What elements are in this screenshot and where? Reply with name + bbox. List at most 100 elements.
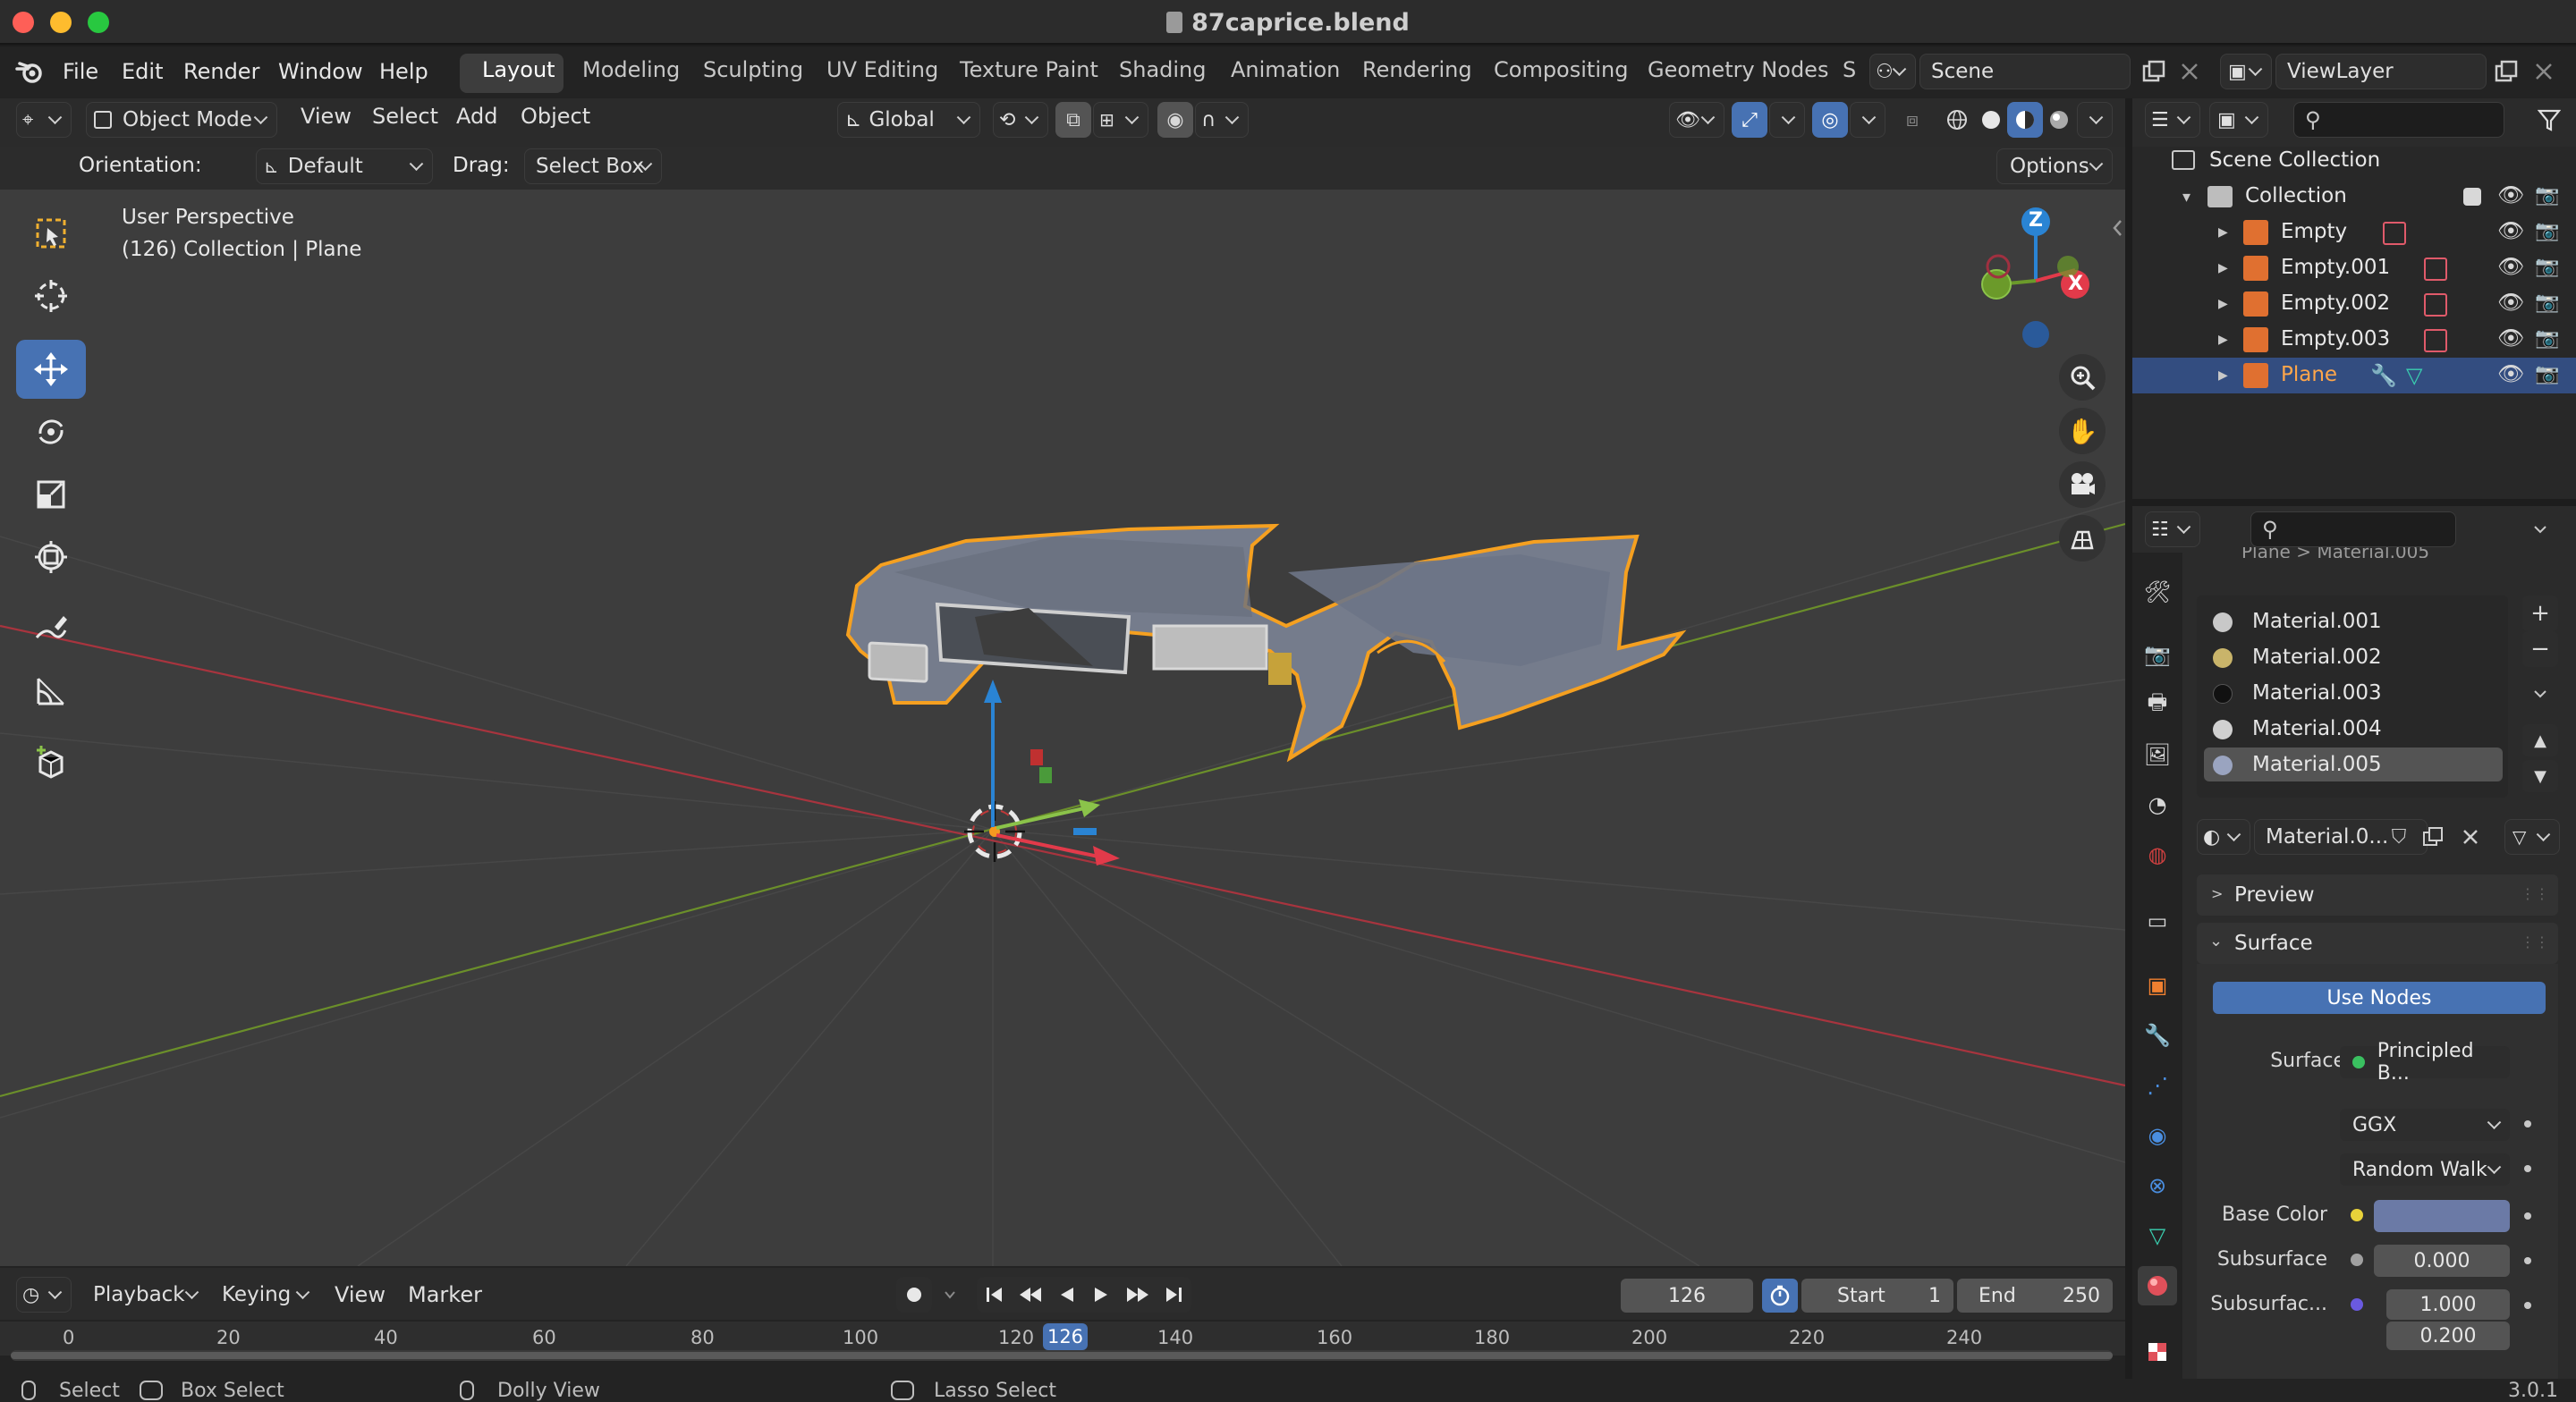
measure-tool[interactable] xyxy=(16,662,86,721)
orthographic-toggle-icon[interactable] xyxy=(2059,515,2106,562)
camera-view-icon[interactable] xyxy=(2059,461,2106,508)
next-keyframe-icon[interactable] xyxy=(1120,1277,1156,1313)
material-specials-chevron-icon[interactable] xyxy=(2522,676,2558,712)
prev-keyframe-icon[interactable] xyxy=(1013,1277,1048,1313)
preview-panel-header[interactable]: > Preview ⋮⋮ xyxy=(2197,874,2558,916)
scene-name-field[interactable]: Scene xyxy=(1919,54,2131,89)
subsurface-radius-x-field[interactable]: 1.000 xyxy=(2386,1289,2510,1320)
rendered-shading-icon[interactable] xyxy=(2041,102,2077,138)
render-camera-icon[interactable]: 📷 xyxy=(2535,291,2559,314)
viewlayer-browse-button[interactable]: ▣ xyxy=(2220,54,2272,89)
editor-type-button[interactable]: ⌖ xyxy=(16,102,72,138)
drag-handle-icon[interactable]: ⋮⋮ xyxy=(2521,885,2549,902)
pan-view-hand-icon[interactable]: ✋ xyxy=(2059,408,2106,454)
menu-edit[interactable]: Edit xyxy=(122,59,163,84)
properties-search-input[interactable]: ⚲ xyxy=(2250,511,2456,547)
menu-help[interactable]: Help xyxy=(379,59,428,84)
properties-options-dropdown-icon[interactable] xyxy=(2522,511,2558,547)
material-preview-shading-icon[interactable] xyxy=(2007,102,2043,138)
playhead-frame-badge[interactable]: 126 xyxy=(1043,1323,1088,1350)
tab-animation[interactable]: Animation xyxy=(1231,59,1340,80)
constraints-tab-icon[interactable]: ⊗ xyxy=(2138,1166,2177,1205)
show-overlays-icon[interactable]: ◎ xyxy=(1812,102,1848,138)
cursor-tool[interactable] xyxy=(16,266,86,325)
tab-shading[interactable]: Shading xyxy=(1119,59,1207,80)
auto-keying-record-icon[interactable] xyxy=(896,1277,932,1313)
menu-file[interactable]: File xyxy=(63,59,98,84)
surface-panel-header[interactable]: ⌄ Surface ⋮⋮ xyxy=(2197,923,2558,964)
xray-toggle-icon[interactable]: ⧈ xyxy=(1894,102,1930,138)
visibility-eye-icon[interactable]: 👁 xyxy=(2497,290,2524,315)
options-dropdown[interactable]: Options xyxy=(1996,148,2113,184)
object-data-icon[interactable] xyxy=(2424,258,2447,281)
keying-options-dropdown-icon[interactable] xyxy=(934,1277,966,1313)
orientation-dropdown[interactable]: ⊾ Default xyxy=(256,148,433,184)
keyframe-dot-icon[interactable] xyxy=(2524,1257,2531,1264)
tool-tab-icon[interactable]: 🛠 xyxy=(2138,572,2177,612)
solid-shading-icon[interactable] xyxy=(1973,102,2009,138)
tab-rendering[interactable]: Rendering xyxy=(1362,59,1472,80)
material-slot[interactable]: Material.002 xyxy=(2204,640,2503,674)
transform-tool[interactable] xyxy=(16,528,86,587)
tab-geometry-nodes[interactable]: Geometry Nodes xyxy=(1648,59,1828,80)
timeline-scrollbar[interactable] xyxy=(11,1350,2113,1361)
visibility-eye-icon[interactable]: 👁 xyxy=(2497,361,2524,386)
outliner-item[interactable]: ▶ Empty.002 👁 📷 xyxy=(2132,286,2576,322)
new-scene-icon[interactable] xyxy=(2138,55,2170,88)
material-slot-selected[interactable]: Material.005 xyxy=(2204,747,2503,781)
visibility-eye-icon[interactable]: 👁 xyxy=(2497,182,2524,207)
blender-logo-icon[interactable] xyxy=(14,59,45,86)
render-camera-icon[interactable]: 📷 xyxy=(2535,363,2559,385)
exclude-checkbox[interactable] xyxy=(2463,188,2481,206)
menu-object[interactable]: Object xyxy=(521,106,590,127)
gizmo-options-dropdown[interactable] xyxy=(1769,102,1805,138)
expand-chevron-icon[interactable]: ▾ xyxy=(2182,188,2190,207)
car-body-mesh[interactable] xyxy=(845,523,1687,763)
display-mode-dropdown[interactable]: ▣ xyxy=(2209,102,2268,138)
pivot-point-dropdown[interactable]: ⟲ xyxy=(993,102,1048,138)
object-data-icon[interactable] xyxy=(2424,293,2447,317)
shading-options-dropdown[interactable] xyxy=(2077,102,2113,138)
tab-sculpting[interactable]: Sculpting xyxy=(703,59,803,80)
duplicate-material-icon[interactable] xyxy=(2417,819,2449,855)
menu-window[interactable]: Window xyxy=(278,59,363,84)
proportional-falloff-dropdown[interactable]: ∩ xyxy=(1195,102,1249,138)
mesh-data-tab-icon[interactable]: ▽ xyxy=(2138,1216,2177,1255)
menu-select[interactable]: Select xyxy=(372,106,438,127)
collection-tab-icon[interactable]: ▭ xyxy=(2138,901,2177,941)
zoom-view-button[interactable] xyxy=(2059,354,2106,401)
object-data-icon[interactable] xyxy=(2383,222,2406,245)
material-tab-icon[interactable] xyxy=(2138,1266,2177,1305)
render-camera-icon[interactable]: 📷 xyxy=(2535,220,2559,242)
expand-arrow-icon[interactable]: ▶ xyxy=(2218,368,2228,383)
timeline-menu-view[interactable]: View xyxy=(335,1284,386,1305)
remove-material-slot-icon[interactable]: − xyxy=(2522,631,2558,667)
expand-arrow-icon[interactable]: ▶ xyxy=(2218,261,2228,275)
filter-funnel-icon[interactable] xyxy=(2531,102,2567,138)
object-tab-icon[interactable]: ▣ xyxy=(2138,966,2177,1005)
unlink-material-icon[interactable] xyxy=(2454,819,2487,855)
menu-view[interactable]: View xyxy=(301,106,352,127)
object-data-icon[interactable] xyxy=(2424,329,2447,352)
browse-material-button[interactable]: ◐ xyxy=(2197,819,2250,855)
use-nodes-button[interactable]: Use Nodes xyxy=(2213,982,2546,1014)
render-camera-icon[interactable]: 📷 xyxy=(2535,184,2559,207)
play-reverse-icon[interactable] xyxy=(1048,1277,1084,1313)
move-slot-up-icon[interactable]: ▲ xyxy=(2522,724,2558,756)
properties-editor-type-button[interactable]: ☷ xyxy=(2145,511,2200,547)
outliner-item[interactable]: ▶ Empty.001 👁 📷 xyxy=(2132,250,2576,286)
modifier-tab-icon[interactable]: 🔧 xyxy=(2138,1016,2177,1055)
wireframe-shading-icon[interactable] xyxy=(1939,102,1975,138)
scene-browse-button[interactable]: ⚇ xyxy=(1869,54,1916,89)
outliner-scene-collection[interactable]: Scene Collection xyxy=(2132,143,2576,179)
visibility-eye-icon[interactable]: 👁 xyxy=(2497,254,2524,279)
move-tool[interactable] xyxy=(16,340,86,399)
render-camera-icon[interactable]: 📷 xyxy=(2535,256,2559,278)
3d-viewport[interactable] xyxy=(0,98,2125,1266)
mode-selector[interactable]: Object Mode xyxy=(86,102,277,138)
output-tab-icon[interactable]: 🖶 xyxy=(2138,685,2177,724)
texture-tab-icon[interactable] xyxy=(2138,1332,2177,1372)
play-icon[interactable] xyxy=(1084,1277,1120,1313)
tab-scripting-truncated[interactable]: S xyxy=(1843,59,1856,80)
physics-tab-icon[interactable]: ◉ xyxy=(2138,1116,2177,1155)
